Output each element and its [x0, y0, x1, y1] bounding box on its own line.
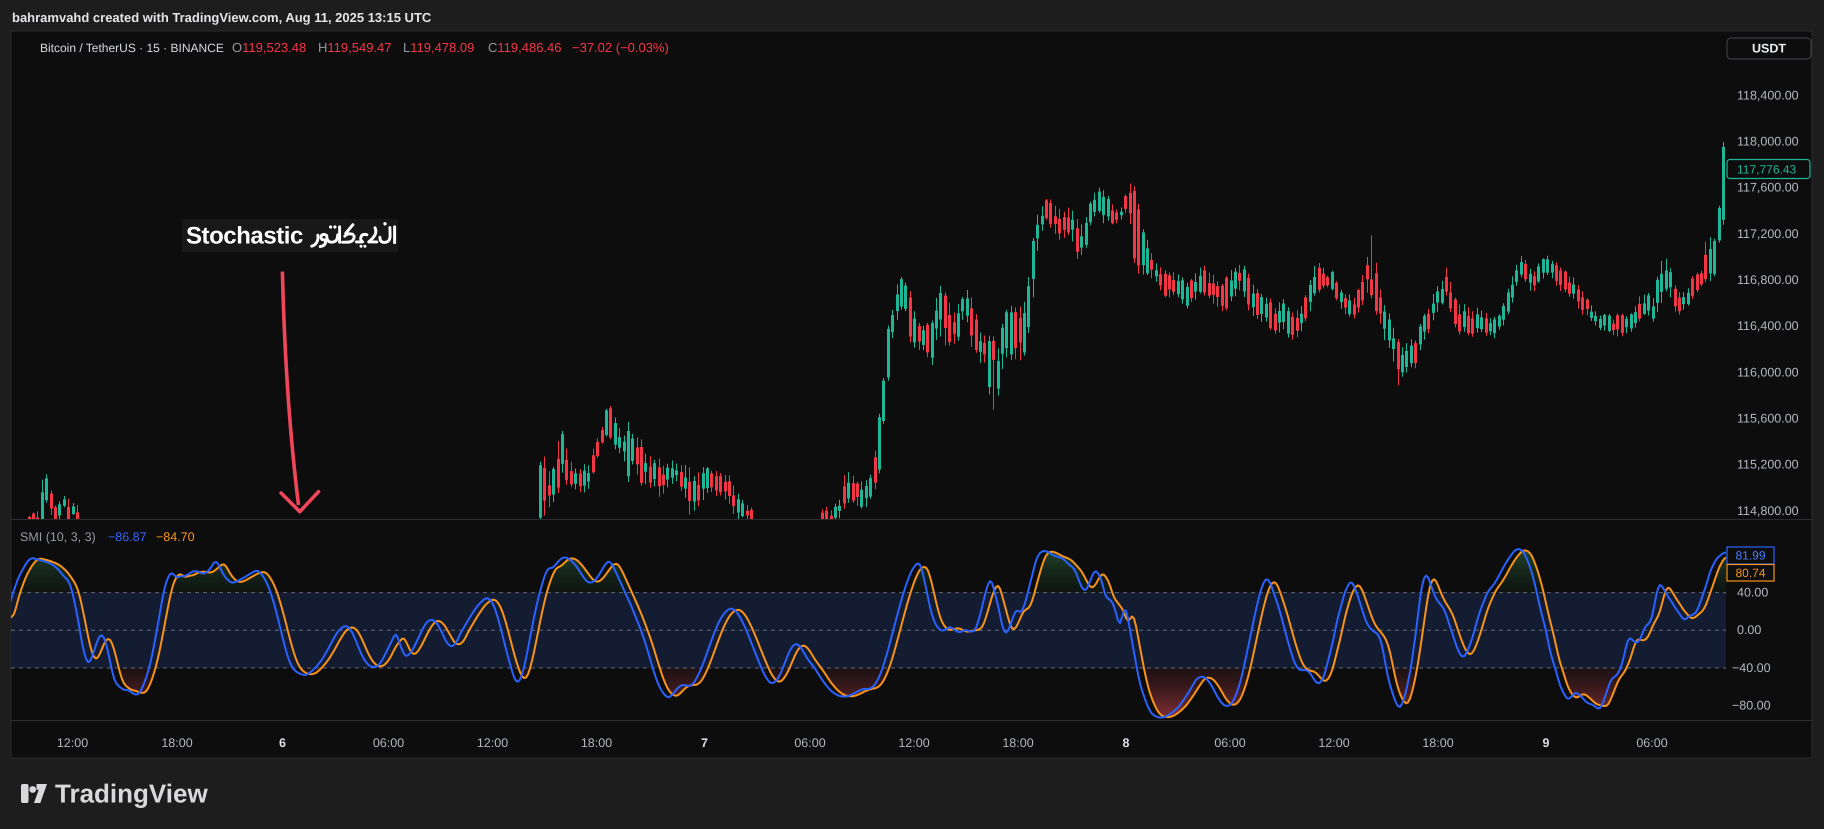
svg-text:18:00: 18:00 [161, 736, 192, 750]
svg-text:117,200.00: 117,200.00 [1737, 227, 1799, 241]
svg-text:18:00: 18:00 [581, 736, 612, 750]
svg-text:12:00: 12:00 [1318, 736, 1349, 750]
svg-text:118,400.00: 118,400.00 [1737, 88, 1799, 102]
svg-text:0.00: 0.00 [1737, 623, 1761, 637]
svg-text:06:00: 06:00 [794, 736, 825, 750]
svg-text:80.74: 80.74 [1735, 566, 1765, 580]
svg-text:Stochastic: Stochastic [186, 223, 303, 250]
svg-text:SMI (10, 3, 3): SMI (10, 3, 3) [20, 530, 96, 544]
svg-text:115,200.00: 115,200.00 [1737, 458, 1799, 472]
svg-text:114,800.00: 114,800.00 [1737, 504, 1799, 518]
svg-text:−84.70: −84.70 [156, 530, 195, 544]
svg-text:Bitcoin / TetherUS · 15 · BINA: Bitcoin / TetherUS · 15 · BINANCE [40, 41, 224, 55]
svg-text:06:00: 06:00 [1636, 736, 1667, 750]
svg-text:O119,523.48H119,549.47L119,478: O119,523.48H119,549.47L119,478.09C119,48… [232, 40, 669, 55]
svg-text:116,800.00: 116,800.00 [1737, 273, 1799, 287]
svg-text:81.99: 81.99 [1735, 549, 1765, 563]
svg-text:118,000.00: 118,000.00 [1737, 135, 1799, 149]
svg-text:117,776.43: 117,776.43 [1737, 163, 1796, 177]
svg-text:115,600.00: 115,600.00 [1737, 412, 1799, 426]
svg-text:bahramvahd created with Tradin: bahramvahd created with TradingView.com,… [12, 10, 432, 25]
svg-text:TradingView: TradingView [55, 779, 208, 809]
svg-text:12:00: 12:00 [477, 736, 508, 750]
svg-text:40.00: 40.00 [1737, 586, 1768, 600]
svg-text:18:00: 18:00 [1422, 736, 1453, 750]
svg-text:116,000.00: 116,000.00 [1737, 365, 1799, 379]
svg-text:9: 9 [1543, 736, 1550, 750]
svg-text:7: 7 [701, 736, 708, 750]
svg-text:−80.00: −80.00 [1732, 699, 1771, 713]
svg-text:06:00: 06:00 [373, 736, 404, 750]
svg-text:06:00: 06:00 [1214, 736, 1245, 750]
svg-text:116,400.00: 116,400.00 [1737, 319, 1799, 333]
svg-text:8: 8 [1123, 736, 1130, 750]
svg-text:6: 6 [279, 736, 286, 750]
svg-text:12:00: 12:00 [57, 736, 88, 750]
svg-text:117,600.00: 117,600.00 [1737, 181, 1799, 195]
svg-text:12:00: 12:00 [898, 736, 929, 750]
svg-text:−86.87: −86.87 [108, 530, 147, 544]
svg-text:18:00: 18:00 [1002, 736, 1033, 750]
svg-text:USDT: USDT [1752, 42, 1786, 56]
svg-text:−40.00: −40.00 [1732, 661, 1771, 675]
